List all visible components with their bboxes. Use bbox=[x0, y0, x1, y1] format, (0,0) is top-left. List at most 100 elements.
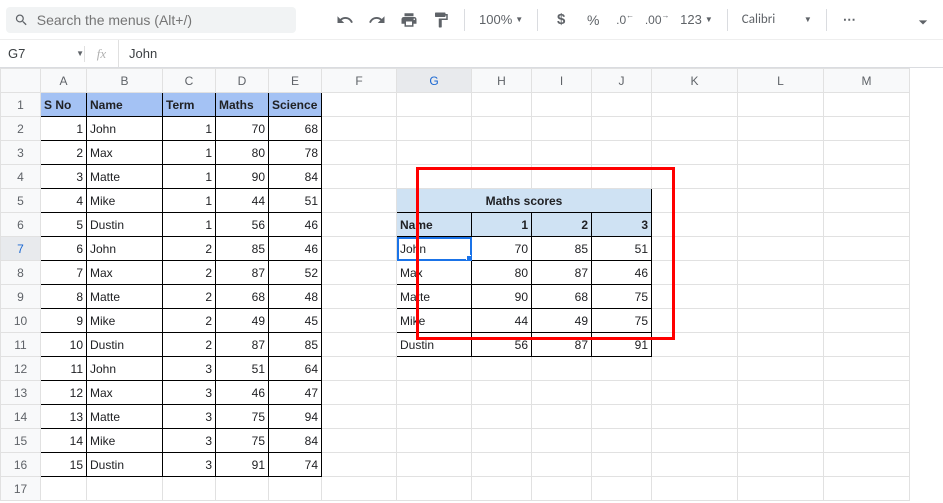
cell-G15[interactable] bbox=[397, 429, 472, 453]
cell-E3[interactable]: 78 bbox=[269, 141, 322, 165]
cell-M7[interactable] bbox=[824, 237, 910, 261]
cell-A11[interactable]: 10 bbox=[41, 333, 87, 357]
cell-B12[interactable]: John bbox=[87, 357, 163, 381]
cell-G13[interactable] bbox=[397, 381, 472, 405]
number-format-dropdown[interactable]: 123▼ bbox=[676, 9, 717, 30]
row-header-3[interactable]: 3 bbox=[1, 141, 41, 165]
cell-H12[interactable] bbox=[472, 357, 532, 381]
cell-C16[interactable]: 3 bbox=[163, 453, 216, 477]
cell-G6[interactable]: Name bbox=[397, 213, 472, 237]
cell-A10[interactable]: 9 bbox=[41, 309, 87, 333]
cell-M1[interactable] bbox=[824, 93, 910, 117]
cell-F6[interactable] bbox=[322, 213, 397, 237]
cell-H1[interactable] bbox=[472, 93, 532, 117]
row-header-13[interactable]: 13 bbox=[1, 381, 41, 405]
cell-I11[interactable]: 87 bbox=[532, 333, 592, 357]
cell-F13[interactable] bbox=[322, 381, 397, 405]
cell-C10[interactable]: 2 bbox=[163, 309, 216, 333]
cell-B15[interactable]: Mike bbox=[87, 429, 163, 453]
col-header-D[interactable]: D bbox=[216, 69, 269, 93]
row-header-1[interactable]: 1 bbox=[1, 93, 41, 117]
cell-H17[interactable] bbox=[472, 477, 532, 501]
percent-button[interactable]: % bbox=[580, 7, 606, 33]
cell-A3[interactable]: 2 bbox=[41, 141, 87, 165]
cell-E6[interactable]: 46 bbox=[269, 213, 322, 237]
currency-button[interactable]: $ bbox=[548, 7, 574, 33]
cell-M6[interactable] bbox=[824, 213, 910, 237]
cell-C12[interactable]: 3 bbox=[163, 357, 216, 381]
cell-J12[interactable] bbox=[592, 357, 652, 381]
cell-D2[interactable]: 70 bbox=[216, 117, 269, 141]
cell-I15[interactable] bbox=[532, 429, 592, 453]
cell-G10[interactable]: Mike bbox=[397, 309, 472, 333]
cell-L7[interactable] bbox=[738, 237, 824, 261]
col-header-B[interactable]: B bbox=[87, 69, 163, 93]
cell-F15[interactable] bbox=[322, 429, 397, 453]
cell-E14[interactable]: 94 bbox=[269, 405, 322, 429]
cell-A14[interactable]: 13 bbox=[41, 405, 87, 429]
row-header-6[interactable]: 6 bbox=[1, 213, 41, 237]
cell-E16[interactable]: 74 bbox=[269, 453, 322, 477]
paint-format-button[interactable] bbox=[428, 7, 454, 33]
cell-I1[interactable] bbox=[532, 93, 592, 117]
cell-G7[interactable]: John bbox=[397, 237, 472, 261]
cell-A1[interactable]: S No bbox=[41, 93, 87, 117]
cell-M16[interactable] bbox=[824, 453, 910, 477]
cell-H7[interactable]: 70 bbox=[472, 237, 532, 261]
cell-F7[interactable] bbox=[322, 237, 397, 261]
undo-button[interactable] bbox=[332, 7, 358, 33]
cell-K13[interactable] bbox=[652, 381, 738, 405]
cell-C1[interactable]: Term bbox=[163, 93, 216, 117]
cell-F14[interactable] bbox=[322, 405, 397, 429]
cell-H13[interactable] bbox=[472, 381, 532, 405]
cell-I2[interactable] bbox=[532, 117, 592, 141]
cell-L17[interactable] bbox=[738, 477, 824, 501]
cell-M10[interactable] bbox=[824, 309, 910, 333]
cell-D7[interactable]: 85 bbox=[216, 237, 269, 261]
cell-F12[interactable] bbox=[322, 357, 397, 381]
decrease-decimal-button[interactable]: .0← bbox=[612, 7, 638, 33]
cell-M8[interactable] bbox=[824, 261, 910, 285]
cell-I3[interactable] bbox=[532, 141, 592, 165]
col-header-H[interactable]: H bbox=[472, 69, 532, 93]
row-header-14[interactable]: 14 bbox=[1, 405, 41, 429]
menu-search[interactable] bbox=[6, 7, 296, 33]
collapse-toolbar-button[interactable] bbox=[913, 12, 933, 35]
cell-L1[interactable] bbox=[738, 93, 824, 117]
cell-E15[interactable]: 84 bbox=[269, 429, 322, 453]
cell-J3[interactable] bbox=[592, 141, 652, 165]
cell-E7[interactable]: 46 bbox=[269, 237, 322, 261]
cell-M3[interactable] bbox=[824, 141, 910, 165]
cell-B6[interactable]: Dustin bbox=[87, 213, 163, 237]
cell-I8[interactable]: 87 bbox=[532, 261, 592, 285]
cell-K3[interactable] bbox=[652, 141, 738, 165]
cell-K8[interactable] bbox=[652, 261, 738, 285]
cell-F3[interactable] bbox=[322, 141, 397, 165]
cell-F17[interactable] bbox=[322, 477, 397, 501]
cell-G9[interactable]: Matte bbox=[397, 285, 472, 309]
cell-F5[interactable] bbox=[322, 189, 397, 213]
cell-H15[interactable] bbox=[472, 429, 532, 453]
sheet-area[interactable]: ABCDEFGHIJKLM1S NoNameTermMathsScience21… bbox=[0, 68, 943, 501]
cell-B2[interactable]: John bbox=[87, 117, 163, 141]
cell-A5[interactable]: 4 bbox=[41, 189, 87, 213]
cell-I16[interactable] bbox=[532, 453, 592, 477]
cell-K9[interactable] bbox=[652, 285, 738, 309]
cell-F2[interactable] bbox=[322, 117, 397, 141]
cell-G4[interactable] bbox=[397, 165, 472, 189]
col-header-C[interactable]: C bbox=[163, 69, 216, 93]
row-header-17[interactable]: 17 bbox=[1, 477, 41, 501]
cell-C3[interactable]: 1 bbox=[163, 141, 216, 165]
cell-C7[interactable]: 2 bbox=[163, 237, 216, 261]
cell-I10[interactable]: 49 bbox=[532, 309, 592, 333]
cell-M17[interactable] bbox=[824, 477, 910, 501]
col-header-E[interactable]: E bbox=[269, 69, 322, 93]
cell-J9[interactable]: 75 bbox=[592, 285, 652, 309]
cell-K1[interactable] bbox=[652, 93, 738, 117]
cell-I14[interactable] bbox=[532, 405, 592, 429]
spreadsheet-grid[interactable]: ABCDEFGHIJKLM1S NoNameTermMathsScience21… bbox=[0, 68, 910, 501]
cell-G5[interactable]: Maths scores bbox=[397, 189, 652, 213]
cell-J17[interactable] bbox=[592, 477, 652, 501]
cell-H4[interactable] bbox=[472, 165, 532, 189]
cell-E4[interactable]: 84 bbox=[269, 165, 322, 189]
